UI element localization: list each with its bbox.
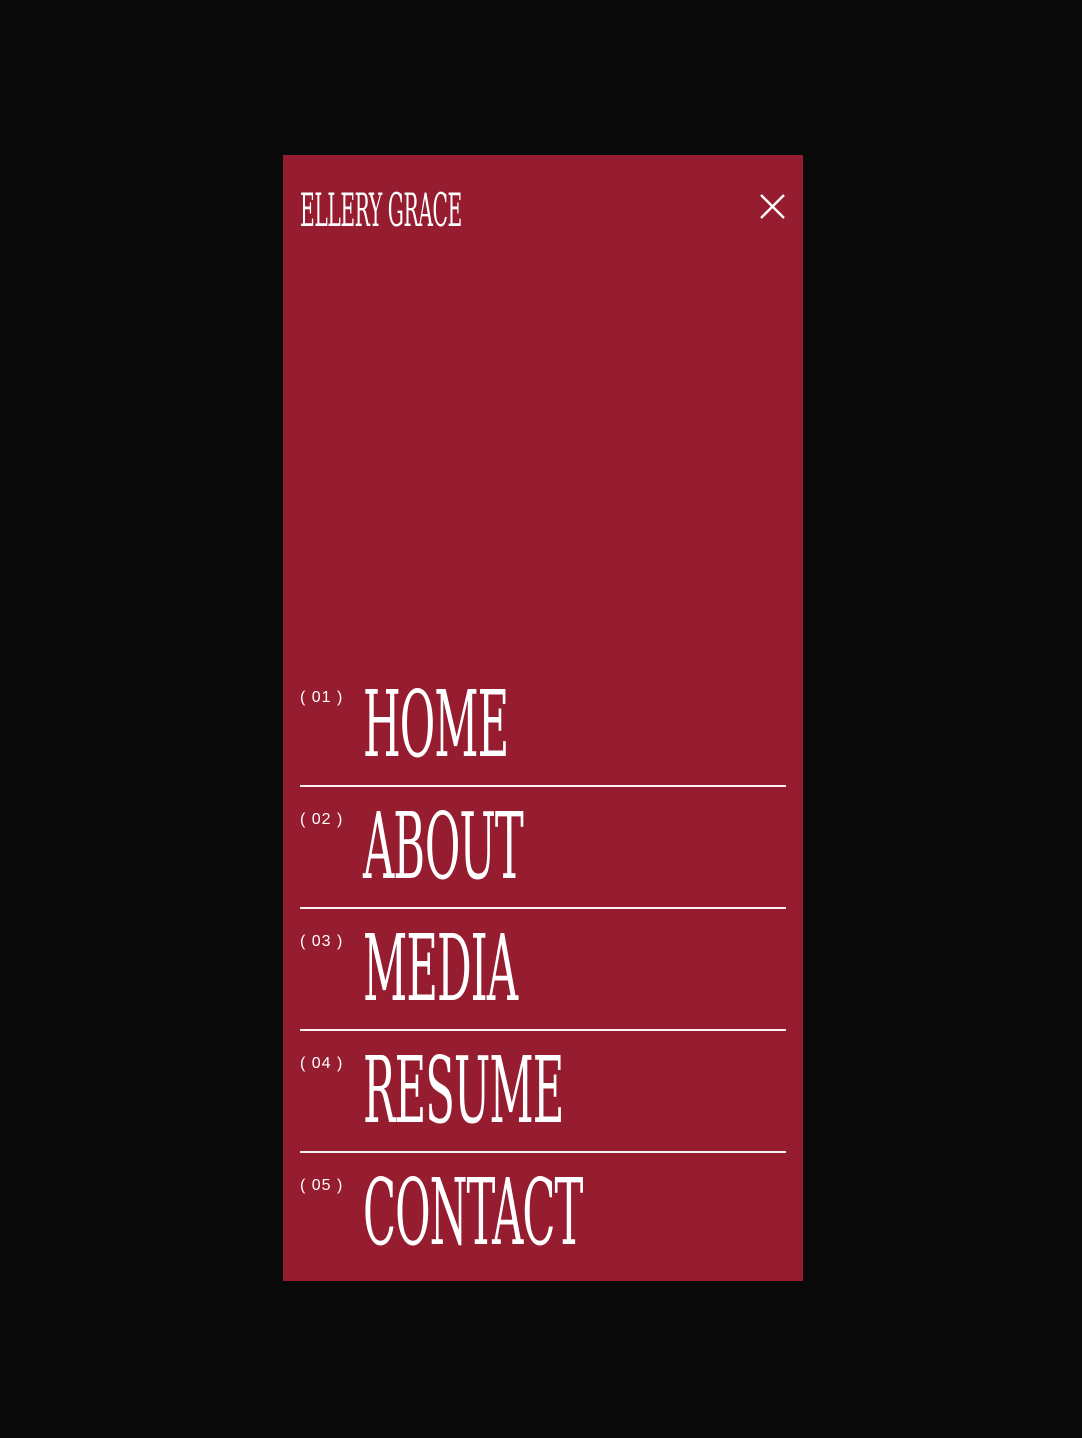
nav-item-number: ( 05 ) bbox=[300, 1177, 344, 1194]
nav-item-number: ( 03 ) bbox=[300, 933, 344, 950]
main-navigation: ( 01 ) HOME ( 02 ) ABOUT ( 03 ) MEDIA ( … bbox=[300, 665, 786, 1275]
nav-item-resume[interactable]: ( 04 ) RESUME bbox=[300, 1031, 786, 1153]
nav-item-label[interactable]: CONTACT bbox=[363, 1163, 583, 1263]
nav-item-label[interactable]: RESUME bbox=[363, 1041, 564, 1141]
nav-item-label[interactable]: MEDIA bbox=[363, 919, 518, 1019]
nav-item-home[interactable]: ( 01 ) HOME bbox=[300, 665, 786, 787]
nav-item-contact[interactable]: ( 05 ) CONTACT bbox=[300, 1153, 786, 1275]
nav-item-number: ( 02 ) bbox=[300, 811, 344, 828]
close-icon bbox=[760, 194, 785, 219]
nav-item-label[interactable]: HOME bbox=[363, 675, 509, 775]
close-menu-button[interactable] bbox=[753, 187, 793, 227]
nav-item-media[interactable]: ( 03 ) MEDIA bbox=[300, 909, 786, 1031]
mobile-menu-panel: ELLERY GRACE ( 01 ) HOME ( 02 ) ABOUT ( … bbox=[283, 155, 803, 1281]
site-logo[interactable]: ELLERY GRACE bbox=[300, 181, 462, 239]
nav-item-number: ( 04 ) bbox=[300, 1055, 344, 1072]
nav-item-label[interactable]: ABOUT bbox=[363, 797, 524, 897]
nav-item-about[interactable]: ( 02 ) ABOUT bbox=[300, 787, 786, 909]
nav-item-number: ( 01 ) bbox=[300, 689, 344, 706]
